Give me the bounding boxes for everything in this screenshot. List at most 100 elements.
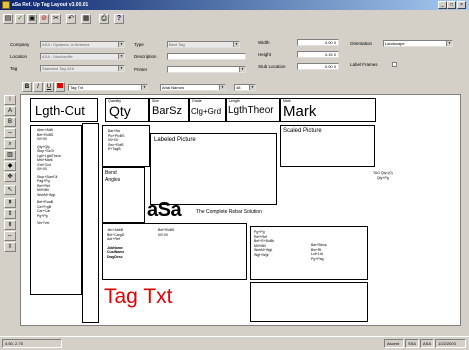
barsz-text: BarSz bbox=[152, 104, 182, 117]
location-select[interactable]: ASA - Musicsville ▼ bbox=[40, 53, 125, 60]
save-icon[interactable]: ▣ bbox=[27, 14, 37, 24]
tag-select[interactable]: Standard Tag 4X6 ▼ bbox=[40, 65, 125, 72]
ref-info-field[interactable]: Pg+Pg Ref+Ref Bel+R+BoBb Mil+Mill WshM+W… bbox=[250, 226, 368, 280]
job-info-col1: Jlm+AbbB Bel+CargD Adr+Ref JobName CustN… bbox=[107, 228, 124, 259]
bold-button[interactable]: B bbox=[22, 82, 32, 92]
location-label: Location bbox=[10, 54, 28, 59]
tag-layout-canvas[interactable]: Lgth-Cut Quantity Qty Size BarSz Grade C… bbox=[20, 94, 461, 326]
status-panel-2: SSA bbox=[405, 339, 419, 348]
asa-logo: aSa bbox=[147, 199, 182, 221]
print-icon[interactable]: ⎙ bbox=[99, 14, 109, 24]
stub-strip[interactable] bbox=[82, 123, 99, 323]
undo-icon[interactable]: ↶ bbox=[66, 14, 76, 24]
list-item: 00+00 bbox=[158, 232, 168, 237]
left-info-column[interactable]: Abm+AbB Bel+RoBS 00+00 Qty+Qty Stop+SzGr… bbox=[30, 125, 82, 295]
chevron-down-icon[interactable]: ▼ bbox=[239, 67, 245, 72]
field-select[interactable]: Tag Txt ▼ bbox=[68, 84, 148, 91]
bend-angles-text: Bend Angles bbox=[105, 170, 121, 183]
type-select[interactable]: Bent Tag ▼ bbox=[167, 41, 240, 48]
align-bottom-icon[interactable]: ⇟ bbox=[4, 220, 16, 230]
chevron-down-icon[interactable]: ▼ bbox=[249, 85, 255, 90]
underline-button[interactable]: U bbox=[44, 82, 54, 92]
new-icon[interactable]: ▤ bbox=[3, 14, 13, 24]
solutions-tagline: The Complete Rebar Solution bbox=[196, 209, 262, 215]
chevron-down-icon[interactable]: ▼ bbox=[233, 42, 239, 47]
cust-name: CustName bbox=[107, 250, 125, 254]
title-bar: aSa Ref. Up Tag Layout v3.00.01 bbox=[0, 0, 469, 10]
distribute-horizontal-icon[interactable]: ⇔ bbox=[4, 231, 16, 241]
text-tool-icon[interactable]: I bbox=[4, 95, 16, 105]
maximize-button[interactable]: □ bbox=[447, 1, 456, 9]
status-coords: 4.50, 2.75 bbox=[2, 339, 62, 348]
minimize-button[interactable]: _ bbox=[438, 1, 447, 9]
qty-field[interactable]: Quantity Qty bbox=[105, 98, 149, 122]
move-tool-icon[interactable]: ✥ bbox=[4, 172, 16, 182]
length-field[interactable]: Length LgthTheor bbox=[226, 98, 280, 122]
line-tool-icon[interactable]: ⎯ bbox=[4, 128, 16, 138]
chevron-down-icon[interactable]: ▼ bbox=[118, 66, 124, 71]
size-select[interactable]: 48 ▼ bbox=[234, 84, 256, 91]
color-button[interactable] bbox=[55, 82, 65, 92]
chevron-down-icon[interactable]: ▼ bbox=[118, 42, 124, 47]
chevron-down-icon[interactable]: ▼ bbox=[446, 41, 452, 46]
grade-field[interactable]: Grade Clg+Grd bbox=[189, 98, 226, 122]
list-item: Wgt+Wgt bbox=[254, 252, 269, 257]
lgth-cut-field[interactable]: Lgth-Cut bbox=[30, 98, 98, 122]
mark-field[interactable]: Mark Mark bbox=[280, 98, 376, 122]
pointer-tool-icon[interactable]: ↖ bbox=[4, 185, 16, 195]
company-value: ASA / Systems, in America bbox=[42, 42, 90, 47]
color-swatch-icon bbox=[57, 83, 63, 88]
chevron-down-icon[interactable]: ▼ bbox=[118, 54, 124, 59]
font-select[interactable]: Arial Narrow ▼ bbox=[160, 84, 226, 91]
empty-field[interactable] bbox=[250, 282, 368, 322]
orientation-label: Orientation bbox=[350, 41, 373, 46]
width-label: Width bbox=[258, 40, 270, 45]
chevron-down-icon[interactable]: ▼ bbox=[219, 85, 225, 90]
italic-button[interactable]: I bbox=[33, 82, 43, 92]
cut-icon[interactable]: ✂ bbox=[51, 14, 61, 24]
zoom-tool-icon[interactable]: ⌕ bbox=[4, 139, 16, 149]
company-label: Company bbox=[10, 42, 30, 47]
scaled-picture-field[interactable]: Scaled Picture bbox=[280, 125, 375, 167]
labeled-picture-field[interactable]: Labeled Picture bbox=[150, 133, 277, 205]
list-item: Bel+R+BoBb bbox=[254, 239, 275, 243]
orientation-select[interactable]: Landscape ▼ bbox=[383, 40, 453, 47]
width-input[interactable]: 4.00 0 bbox=[297, 39, 339, 46]
tag-label: Tag bbox=[10, 66, 18, 71]
tag-qty-note: TAG Qty=(0) Qty+Pg bbox=[373, 171, 393, 180]
printer-select[interactable]: ▼ bbox=[167, 66, 246, 73]
barsz-field[interactable]: Size BarSz bbox=[149, 98, 189, 122]
grade-text: Clg+Grd bbox=[191, 106, 222, 116]
list-item: 00+00 bbox=[37, 137, 47, 141]
grid-icon[interactable]: ▦ bbox=[81, 14, 91, 24]
bar-info-field[interactable]: Bar+Ba Pic+PicBS 00+00 Sec+RotE R+TagB bbox=[102, 125, 150, 167]
stub-location-input[interactable]: 0.00 0 bbox=[297, 63, 339, 70]
qty-text: Qty bbox=[109, 102, 131, 119]
list-item: 00+00 bbox=[37, 167, 47, 171]
shape-tool-icon[interactable]: ◆ bbox=[4, 161, 16, 171]
label-frames-checkbox[interactable] bbox=[392, 62, 397, 67]
check-icon[interactable]: ✓ bbox=[15, 14, 25, 24]
picture-tool-icon[interactable]: ▥ bbox=[4, 150, 16, 160]
align-middle-icon[interactable]: ⇕ bbox=[4, 209, 16, 219]
location-value: ASA - Musicsville bbox=[42, 54, 73, 59]
job-info-col2: Bel+RoBS 00+00 bbox=[158, 228, 174, 237]
delete-icon[interactable]: ⊘ bbox=[39, 14, 49, 24]
bend-angles-field[interactable]: Bend Angles bbox=[102, 167, 145, 223]
distribute-vertical-icon[interactable]: ⇳ bbox=[4, 242, 16, 252]
tag-txt-field[interactable]: Tag Txt bbox=[104, 285, 172, 309]
label-tool-icon[interactable]: B bbox=[4, 117, 16, 127]
description-input[interactable] bbox=[167, 53, 246, 60]
help-button[interactable]: ? bbox=[114, 14, 124, 24]
field-tool-icon[interactable]: A bbox=[4, 106, 16, 116]
job-info-field[interactable]: Jlm+AbbB Bel+CargD Adr+Ref JobName CustN… bbox=[102, 223, 247, 280]
height-input[interactable]: 4.15 0 bbox=[297, 51, 339, 58]
company-select[interactable]: ASA / Systems, in America ▼ bbox=[40, 41, 125, 48]
window-title: aSa Ref. Up Tag Layout v3.00.01 bbox=[12, 2, 89, 8]
field-value: Tag Txt bbox=[70, 85, 84, 90]
close-button[interactable]: × bbox=[457, 1, 466, 9]
chevron-down-icon[interactable]: ▼ bbox=[141, 85, 147, 90]
align-top-icon[interactable]: ⇞ bbox=[4, 198, 16, 208]
list-item: WshM+Wgt bbox=[254, 248, 273, 252]
ref-info-col1: Pg+Pg Ref+Ref Bel+R+BoBb Mil+Mill WshM+W… bbox=[254, 230, 274, 257]
